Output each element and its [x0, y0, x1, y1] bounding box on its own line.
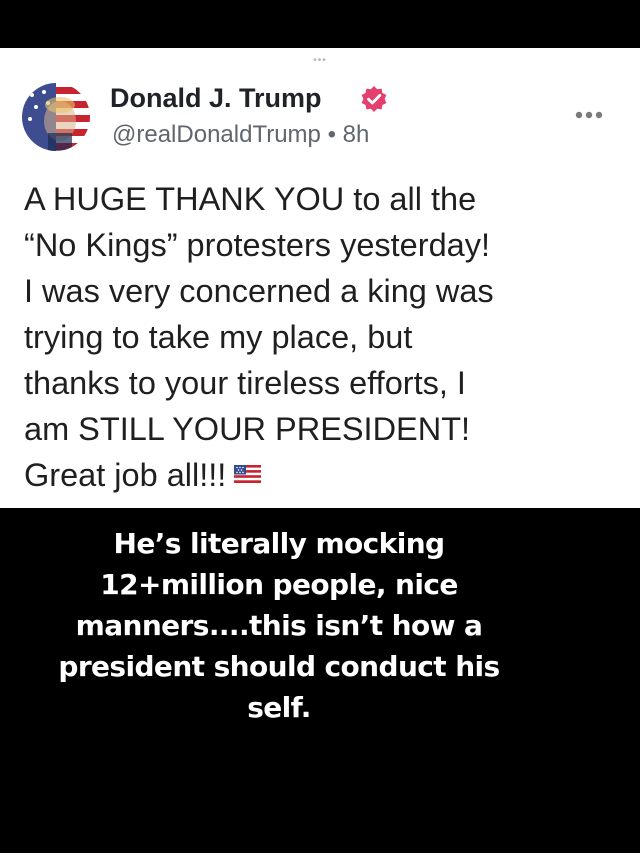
post-body-line: thanks to your tireless efforts, I [24, 365, 466, 401]
caption-line: self. [247, 691, 311, 724]
us-flag-emoji-icon [234, 465, 262, 484]
meta-separator: • [327, 121, 336, 148]
caption-line: He’s literally mocking [113, 527, 446, 560]
post-body-text: A HUGE THANK YOU to all the “No Kings” p… [24, 176, 604, 498]
verified-badge-icon [361, 86, 387, 112]
caption-line: president should conduct his [58, 650, 500, 683]
post-body-line: I was very concerned a king was [24, 273, 494, 309]
post-time: 8h [342, 121, 370, 148]
post-body-line: trying to take my place, but [24, 319, 413, 355]
post-body-last-line-wrapper: Great job all!!! [24, 452, 604, 498]
avatar[interactable] [22, 83, 90, 151]
avatar-image [22, 83, 90, 151]
post-screenshot-card: ••• Donald J. Trump @realDonaldTrump • 8… [0, 48, 640, 508]
caption-line: manners....this isn’t how a [75, 609, 483, 642]
drag-handle-dots-icon: ••• [313, 55, 327, 66]
post-body-line: “No Kings” protesters yesterday! [24, 227, 491, 263]
caption-line: 12+million people, nice [100, 568, 458, 601]
author-handle-line: @realDonaldTrump • 8h [112, 120, 369, 150]
post-body-line: A HUGE THANK YOU to all the [24, 181, 477, 217]
author-handle[interactable]: @realDonaldTrump [112, 121, 321, 148]
post-body-line: Great job all!!! [24, 457, 227, 493]
video-caption: He’s literally mocking 12+million people… [40, 523, 518, 728]
more-options-icon[interactable] [574, 110, 604, 120]
post-body-line: am STILL YOUR PRESIDENT! [24, 411, 471, 447]
author-name[interactable]: Donald J. Trump [110, 82, 322, 114]
